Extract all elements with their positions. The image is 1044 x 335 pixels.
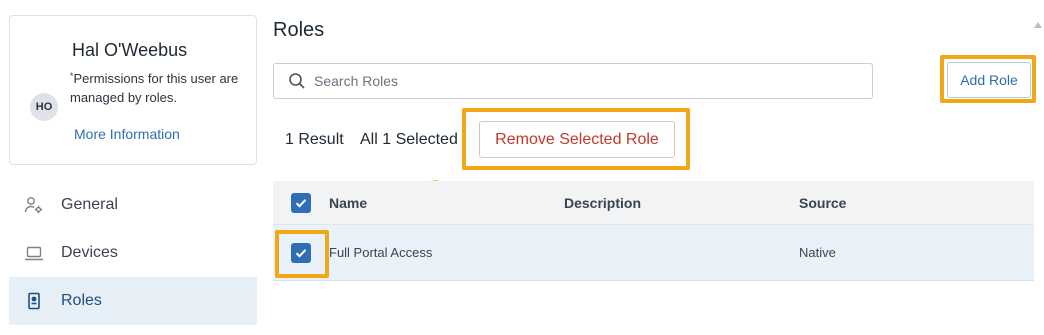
user-card: Hal O'Weebus HO *Permissions for this us… xyxy=(9,15,257,165)
avatar: HO xyxy=(30,93,58,121)
search-box xyxy=(273,63,873,99)
select-all-checkbox[interactable] xyxy=(291,193,311,213)
sidebar-item-label: General xyxy=(61,196,118,213)
sidebar-item-label: Devices xyxy=(61,244,118,261)
more-information-link[interactable]: More Information xyxy=(74,126,180,142)
permission-note-text: Permissions for this user are managed by… xyxy=(70,71,239,105)
user-name: Hal O'Weebus xyxy=(72,40,188,60)
column-header-name[interactable]: Name xyxy=(329,195,367,211)
table-header: Name Description Source xyxy=(273,181,1034,225)
remove-selected-role-button[interactable]: Remove Selected Role xyxy=(479,121,675,158)
permission-asterisk: * xyxy=(70,71,74,81)
column-header-description[interactable]: Description xyxy=(564,195,641,211)
column-header-source[interactable]: Source xyxy=(799,195,846,211)
row-checkbox-highlight xyxy=(275,230,329,278)
role-name-cell[interactable]: Full Portal Access xyxy=(329,245,432,260)
result-count: 1 Result xyxy=(285,131,344,148)
role-source-cell: Native xyxy=(799,245,836,260)
user-gear-icon xyxy=(23,194,45,216)
laptop-icon xyxy=(23,242,45,264)
add-role-button[interactable]: Add Role xyxy=(947,62,1031,98)
checkmark-icon xyxy=(295,199,307,208)
scroll-up-icon[interactable] xyxy=(1034,22,1042,28)
selected-count: All 1 Selected xyxy=(360,131,458,148)
sidebar-item-label: Roles xyxy=(61,292,102,309)
permission-note: *Permissions for this user are managed b… xyxy=(70,69,240,107)
search-input[interactable] xyxy=(314,73,834,89)
sidebar-item-devices[interactable]: Devices xyxy=(9,229,257,277)
sidebar-item-general[interactable]: General xyxy=(9,181,257,229)
search-icon xyxy=(288,72,306,90)
table-row[interactable]: Full Portal Access Native xyxy=(273,225,1034,281)
sidebar-item-roles[interactable]: Roles xyxy=(9,277,257,325)
id-badge-icon xyxy=(23,290,45,312)
page-title: Roles xyxy=(273,19,325,41)
